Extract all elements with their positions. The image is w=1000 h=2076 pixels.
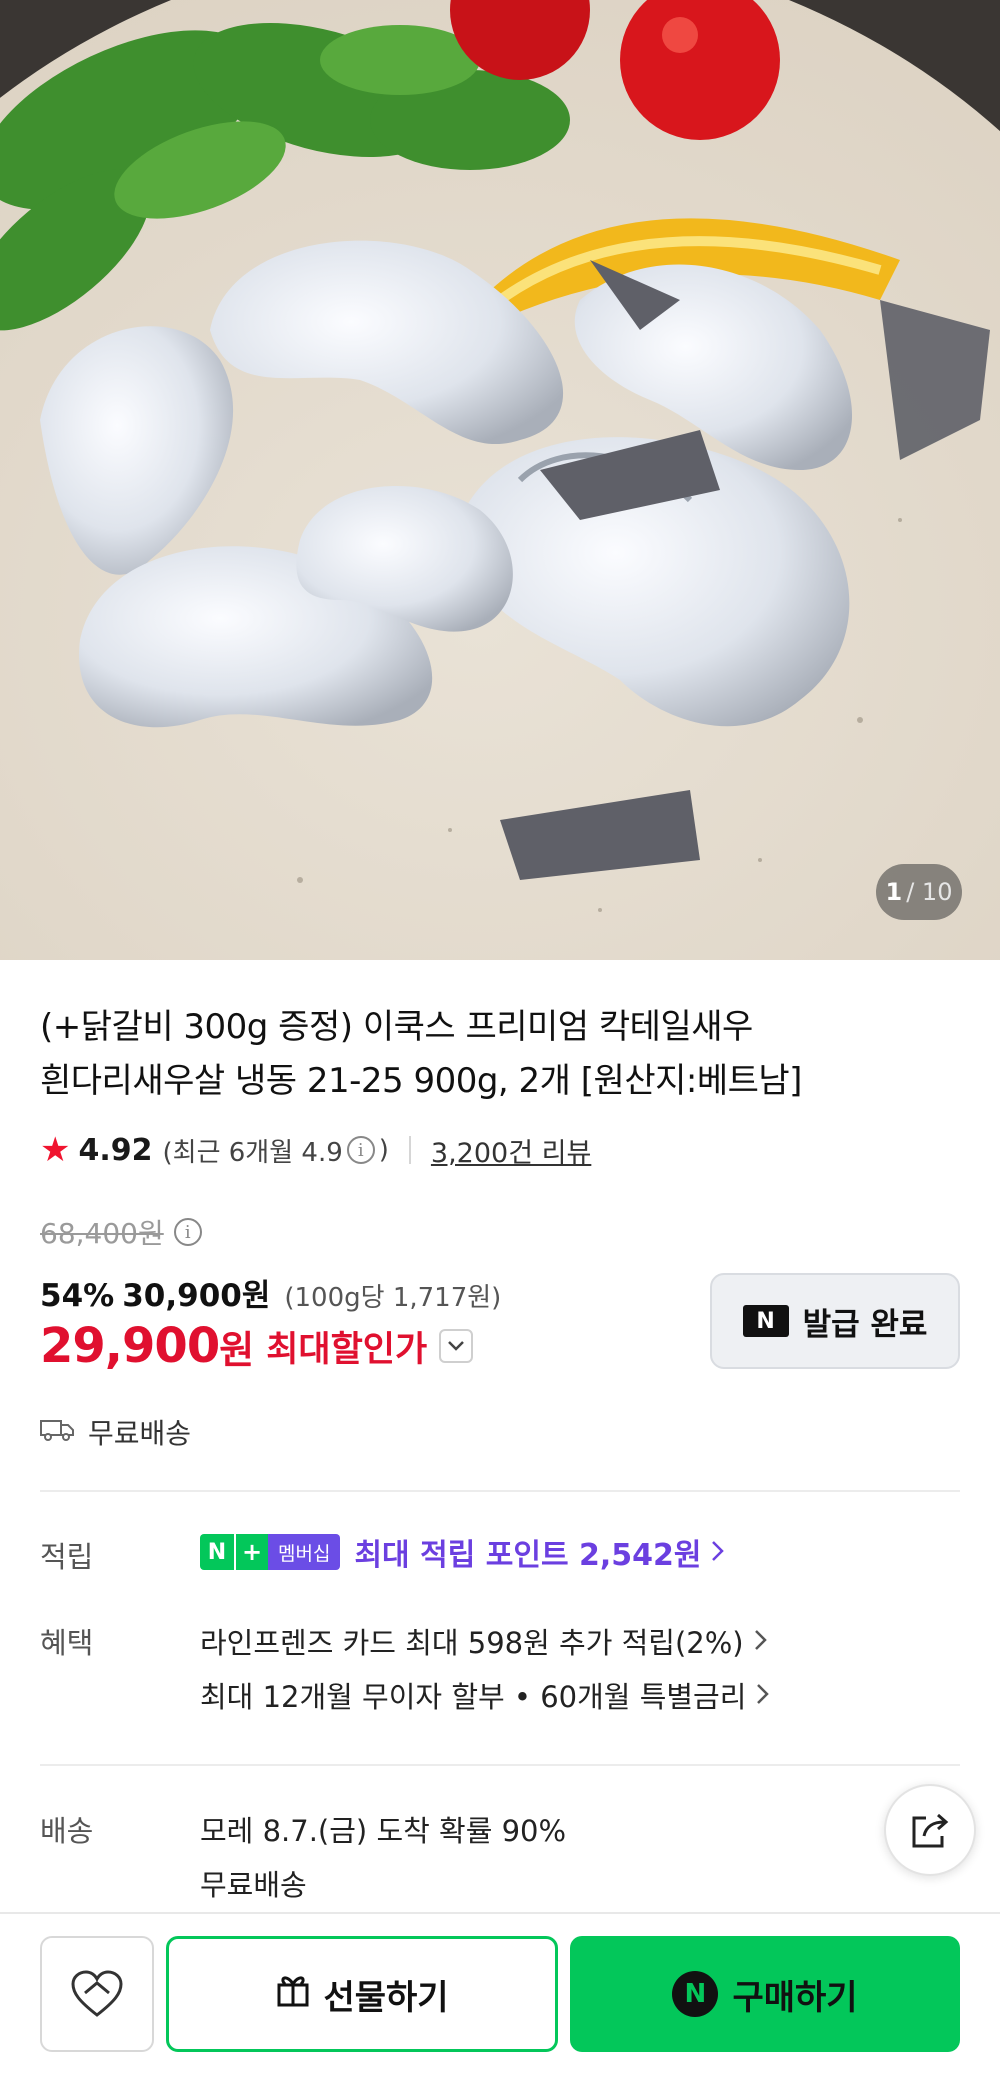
coupon-button-label: 발급 완료	[802, 1306, 928, 1343]
membership-n-icon: N	[200, 1534, 234, 1570]
card-benefit-row[interactable]: 라인프렌즈 카드 최대 598원 추가 적립(2%)	[200, 1620, 768, 1662]
product-title: (+닭갈비 300g 증정) 이쿡스 프리미엄 칵테일새우 흰다리새우살 냉동 …	[40, 1000, 960, 1108]
share-icon	[912, 1813, 949, 1848]
card-benefit-text: 라인프렌즈 카드 최대 598원 추가 적립(2%)	[200, 1626, 744, 1660]
gift-icon	[275, 1972, 311, 2017]
image-counter-current: 1	[885, 878, 903, 906]
discount-percent: 54%	[40, 1278, 115, 1314]
rating-row: ★ 4.92 (최근 6개월 4.9 i ) 3,200건 리뷰	[40, 1130, 591, 1170]
product-title-line-2: 흰다리새우살 냉동 21-25 900g, 2개 [원산지:베트남]	[40, 1061, 802, 1101]
points-label: 적립	[40, 1540, 94, 1574]
delivery-label: 배송	[40, 1814, 94, 1848]
chevron-right-icon	[711, 1535, 725, 1569]
section-divider	[40, 1764, 960, 1766]
product-title-line-1: (+닭갈비 300g 증정) 이쿡스 프리미엄 칵테일새우	[40, 1007, 753, 1047]
share-button[interactable]	[884, 1784, 976, 1876]
naver-plus-membership-badge: N + 멤버십	[200, 1534, 341, 1570]
original-price: 68,400원	[40, 1217, 164, 1250]
chevron-down-icon[interactable]	[439, 1329, 474, 1363]
rating-score: 4.92	[78, 1132, 153, 1168]
sale-price-row: 54% 30,900원 (100g당 1,717원)	[40, 1270, 501, 1315]
original-price-row: 68,400원 i	[40, 1212, 206, 1252]
naver-n-icon: N	[742, 1305, 789, 1337]
image-counter: 1 / 10	[876, 864, 962, 920]
recent-rating-close: )	[378, 1135, 389, 1165]
membership-plus-icon: +	[234, 1534, 268, 1570]
bottom-action-bar: 선물하기 N 구매하기	[0, 1912, 1000, 2076]
star-icon: ★	[40, 1130, 71, 1170]
points-row[interactable]: N + 멤버십 최대 적립 포인트 2,542원	[200, 1530, 725, 1574]
image-counter-total: / 10	[906, 878, 953, 906]
max-discount-price: 29,900	[40, 1318, 220, 1374]
divider	[408, 1136, 411, 1164]
installment-text: 최대 12개월 무이자 할부 • 60개월 특별금리	[200, 1680, 747, 1714]
unit-price: (100g당 1,717원)	[284, 1283, 502, 1313]
max-points-text: 최대 적립 포인트 2,542원	[354, 1538, 702, 1573]
chevron-right-icon	[756, 1678, 770, 1712]
buy-button[interactable]: N 구매하기	[570, 1936, 960, 2052]
truck-icon	[40, 1416, 74, 1449]
installment-row[interactable]: 최대 12개월 무이자 할부 • 60개월 특별금리	[200, 1674, 770, 1716]
shipping-summary: 무료배송	[40, 1412, 191, 1452]
heart-icon	[71, 1970, 123, 2017]
benefit-label: 혜택	[40, 1626, 94, 1660]
max-discount-row[interactable]: 29,900 원 최대할인가	[40, 1318, 474, 1374]
price-info-icon[interactable]: i	[173, 1218, 202, 1246]
gift-button[interactable]: 선물하기	[166, 1936, 558, 2052]
review-count-link[interactable]: 3,200건 리뷰	[431, 1131, 591, 1170]
membership-label: 멤버십	[268, 1534, 341, 1570]
recent-rating: (최근 6개월 4.9	[162, 1137, 343, 1168]
product-image[interactable]: 1 / 10	[0, 0, 1000, 960]
delivery-eta: 모레 8.7.(금) 도착 확률 90%	[200, 1814, 567, 1848]
gift-button-label: 선물하기	[323, 1977, 449, 2018]
max-discount-currency: 원	[219, 1327, 255, 1372]
naver-pay-icon: N	[672, 1971, 719, 2017]
info-icon[interactable]: i	[346, 1136, 375, 1164]
wishlist-button[interactable]	[40, 1936, 154, 2052]
free-shipping-text: 무료배송	[88, 1417, 192, 1450]
chevron-right-icon	[754, 1624, 768, 1658]
delivery-fee: 무료배송	[200, 1868, 307, 1902]
section-divider	[40, 1490, 960, 1492]
buy-button-label: 구매하기	[732, 1977, 858, 2018]
sale-price: 30,900원	[122, 1278, 271, 1314]
max-discount-label: 최대할인가	[266, 1329, 428, 1370]
shrimp-photo	[0, 0, 1000, 960]
coupon-button[interactable]: N 발급 완료	[710, 1273, 960, 1369]
